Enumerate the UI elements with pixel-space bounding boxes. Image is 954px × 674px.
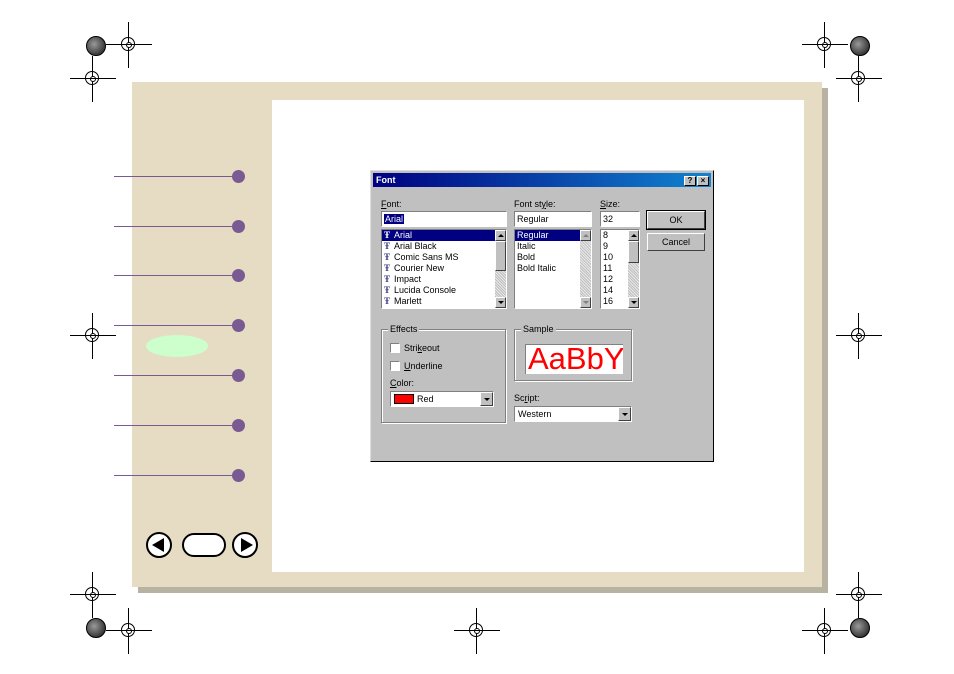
next-page-button[interactable] xyxy=(232,532,258,558)
registration-mark-right-middle xyxy=(836,313,882,359)
callout-line-5 xyxy=(114,369,245,382)
scroll-up-button[interactable] xyxy=(628,230,639,241)
arrow-down-icon xyxy=(498,301,504,304)
list-item[interactable]: Ŧ Arial xyxy=(382,230,506,241)
list-item[interactable]: Ŧ Courier New xyxy=(382,263,506,274)
list-item[interactable]: Ŧ Comic Sans MS xyxy=(382,252,506,263)
scroll-up-button[interactable] xyxy=(495,230,506,241)
color-swatch xyxy=(394,394,414,404)
arrow-up-icon xyxy=(583,234,589,237)
cancel-button[interactable]: Cancel xyxy=(647,233,705,251)
scroll-down-button[interactable] xyxy=(495,297,506,308)
size-list-scrollbar[interactable] xyxy=(628,230,639,308)
effects-group: Effects Strikeout Underline Color: Red xyxy=(381,324,506,423)
registration-mark-top-left-inner xyxy=(70,56,116,102)
dropdown-button[interactable] xyxy=(618,407,631,421)
registration-mark-bottom-center xyxy=(454,608,500,654)
list-item[interactable]: Ŧ Lucida Console xyxy=(382,285,506,296)
script-label: Script: xyxy=(514,393,540,403)
registration-ball-bottom-right xyxy=(850,618,870,638)
size-list[interactable]: 8 9 10 11 12 14 16 xyxy=(600,229,640,309)
underline-label: Underline xyxy=(404,361,443,371)
color-value: Red xyxy=(417,394,434,404)
registration-ball-top-left xyxy=(86,36,106,56)
registration-ball-top-right xyxy=(850,36,870,56)
truetype-icon: Ŧ xyxy=(384,241,391,251)
arrow-up-icon xyxy=(631,234,637,237)
font-list-scrollbar[interactable] xyxy=(495,230,506,308)
sample-group: Sample AaBbYy xyxy=(514,324,632,381)
scroll-thumb[interactable] xyxy=(628,241,639,263)
registration-mark-top-right xyxy=(802,22,848,68)
registration-mark-top-left xyxy=(106,22,152,68)
truetype-icon: Ŧ xyxy=(384,285,391,295)
callout-line-2 xyxy=(114,220,245,233)
sample-title: Sample xyxy=(521,324,556,334)
chevron-down-icon xyxy=(622,413,628,416)
size-label: Size: xyxy=(600,199,621,209)
strikeout-label: Strikeout xyxy=(404,343,440,353)
font-input[interactable]: Arial xyxy=(381,211,507,227)
list-item[interactable]: Ŧ Impact xyxy=(382,274,506,285)
font-label: Font: xyxy=(381,199,402,209)
registration-mark-left-middle xyxy=(70,313,116,359)
arrow-down-icon xyxy=(631,301,637,304)
truetype-icon: Ŧ xyxy=(384,263,391,273)
registration-mark-bottom-right xyxy=(802,608,848,654)
arrow-right-icon xyxy=(241,538,253,552)
effects-title: Effects xyxy=(388,324,420,334)
callout-line-4 xyxy=(114,319,245,332)
underline-checkbox[interactable] xyxy=(390,361,400,371)
sample-text: AaBbYy xyxy=(528,344,623,374)
font-dialog: Font ? × Font: Arial Ŧ Arial Ŧ Arial Black… xyxy=(370,170,714,462)
font-style-label: Font style: xyxy=(514,199,556,209)
font-input-value: Arial xyxy=(384,214,405,224)
registration-mark-top-right-inner xyxy=(836,56,882,102)
color-label: Color: xyxy=(390,378,415,388)
dropdown-button[interactable] xyxy=(480,392,493,406)
callout-line-7 xyxy=(114,469,245,482)
arrow-left-icon xyxy=(152,538,164,552)
font-style-list[interactable]: Regular Italic Bold Bold Italic xyxy=(514,229,592,309)
scroll-down-button[interactable] xyxy=(580,297,591,308)
truetype-icon: Ŧ xyxy=(384,252,391,262)
dialog-title: Font xyxy=(376,175,396,185)
strikeout-checkbox[interactable] xyxy=(390,343,400,353)
callout-line-1 xyxy=(114,170,245,183)
arrow-up-icon xyxy=(498,234,504,237)
list-item[interactable]: Ŧ Marlett xyxy=(382,296,506,307)
truetype-icon: Ŧ xyxy=(384,230,391,240)
script-select[interactable]: Western xyxy=(514,406,632,422)
registration-ball-bottom-left xyxy=(86,618,106,638)
truetype-icon: Ŧ xyxy=(384,274,391,284)
font-list[interactable]: Ŧ Arial Ŧ Arial Black Ŧ Comic Sans MS Ŧ Cour… xyxy=(381,229,507,309)
size-input[interactable]: 32 xyxy=(600,211,640,227)
registration-mark-bottom-right-inner xyxy=(836,572,882,618)
truetype-icon: Ŧ xyxy=(384,296,391,306)
callout-line-6 xyxy=(114,419,245,432)
script-value: Western xyxy=(518,409,552,419)
registration-mark-bottom-left xyxy=(106,608,152,654)
color-select[interactable]: Red xyxy=(390,391,494,407)
dialog-titlebar: Font ? × xyxy=(373,173,711,187)
scroll-up-button[interactable] xyxy=(580,230,591,241)
help-button[interactable]: ? xyxy=(684,176,696,186)
registration-mark-bottom-left-inner xyxy=(70,572,116,618)
callout-line-3 xyxy=(114,269,245,282)
sample-preview: AaBbYy xyxy=(525,344,623,374)
font-style-input[interactable]: Regular xyxy=(514,211,592,227)
ok-button[interactable]: OK xyxy=(646,210,706,230)
previous-page-button[interactable] xyxy=(146,532,172,558)
scroll-thumb[interactable] xyxy=(495,241,506,271)
scroll-down-button[interactable] xyxy=(628,297,639,308)
close-button[interactable]: × xyxy=(697,176,709,186)
list-item[interactable]: Ŧ Arial Black xyxy=(382,241,506,252)
chevron-down-icon xyxy=(484,398,490,401)
arrow-down-icon xyxy=(583,301,589,304)
contents-button[interactable] xyxy=(182,533,226,557)
highlight-oval xyxy=(146,335,208,357)
font-style-list-scrollbar[interactable] xyxy=(580,230,591,308)
